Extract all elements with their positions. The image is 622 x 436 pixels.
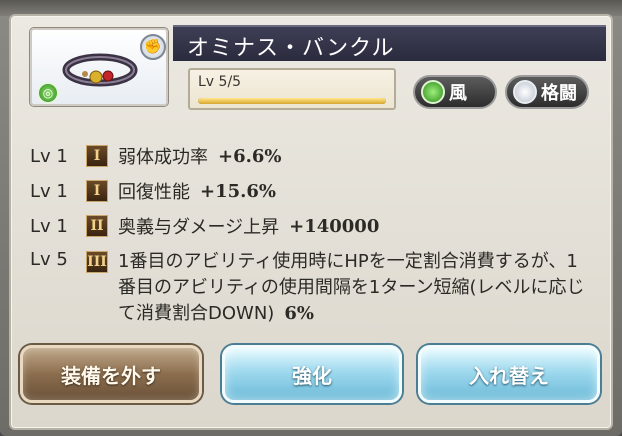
skill-name: 1番目のアビリティ使用時にHPを一定割合消費するが、1番目のアビリティの使用間隔… [118,251,585,324]
skill-rank-badge: II [86,215,108,237]
skill-name: 奥義与ダメージ上昇 [118,217,280,238]
skill-rank-badge: III [86,251,108,273]
unequip-button[interactable]: 装備を外す [20,345,202,403]
wind-icon [421,80,445,104]
skill-level: Lv 5 [30,249,68,270]
skill-row: Lv 1 I 回復性能 +15.6% [30,178,276,204]
fist-icon [513,80,537,104]
swap-button[interactable]: 入れ替え [418,345,600,403]
skill-value: +6.6% [218,145,282,167]
skill-value: +15.6% [200,180,277,202]
skill-level: Lv 1 [30,145,68,167]
level-box: Lv 5/5 [188,68,396,110]
skill-description: 1番目のアビリティ使用時にHPを一定割合消費するが、1番目のアビリティの使用間隔… [118,249,593,327]
skill-rank-badge: I [86,180,108,202]
upgrade-button[interactable]: 強化 [222,345,402,403]
item-name: オミナス・バンクル [187,36,395,61]
skill-level: Lv 1 [30,215,68,237]
skill-name: 回復性能 [118,182,190,203]
level-progress-bar [198,98,386,104]
dialog-frame: ◎ ✊ オミナス・バンクル Lv 5/5 風 格闘 Lv 1 I 弱体成功率 +… [0,0,622,436]
element-label: 風 [449,83,467,104]
weapon-type-label: 格闘 [541,83,577,104]
skill-row: Lv 1 I 弱体成功率 +6.6% [30,143,282,169]
weapon-type-badge: 格闘 [505,75,589,109]
skill-value: +140000 [289,215,380,237]
skill-row: Lv 1 II 奥義与ダメージ上昇 +140000 [30,213,379,239]
item-title-bar: オミナス・バンクル [173,25,606,61]
skill-value: 6% [284,303,314,324]
element-badge: 風 [413,75,497,109]
fist-weapon-icon: ✊ [140,34,166,60]
wind-element-icon: ◎ [37,82,59,104]
level-progress-fill [198,98,386,104]
item-image: ◎ ✊ [30,28,168,106]
skill-level: Lv 1 [30,180,68,202]
skill-rank-badge: I [86,145,108,167]
skill-name: 弱体成功率 [118,147,208,168]
level-label: Lv 5/5 [198,74,242,90]
